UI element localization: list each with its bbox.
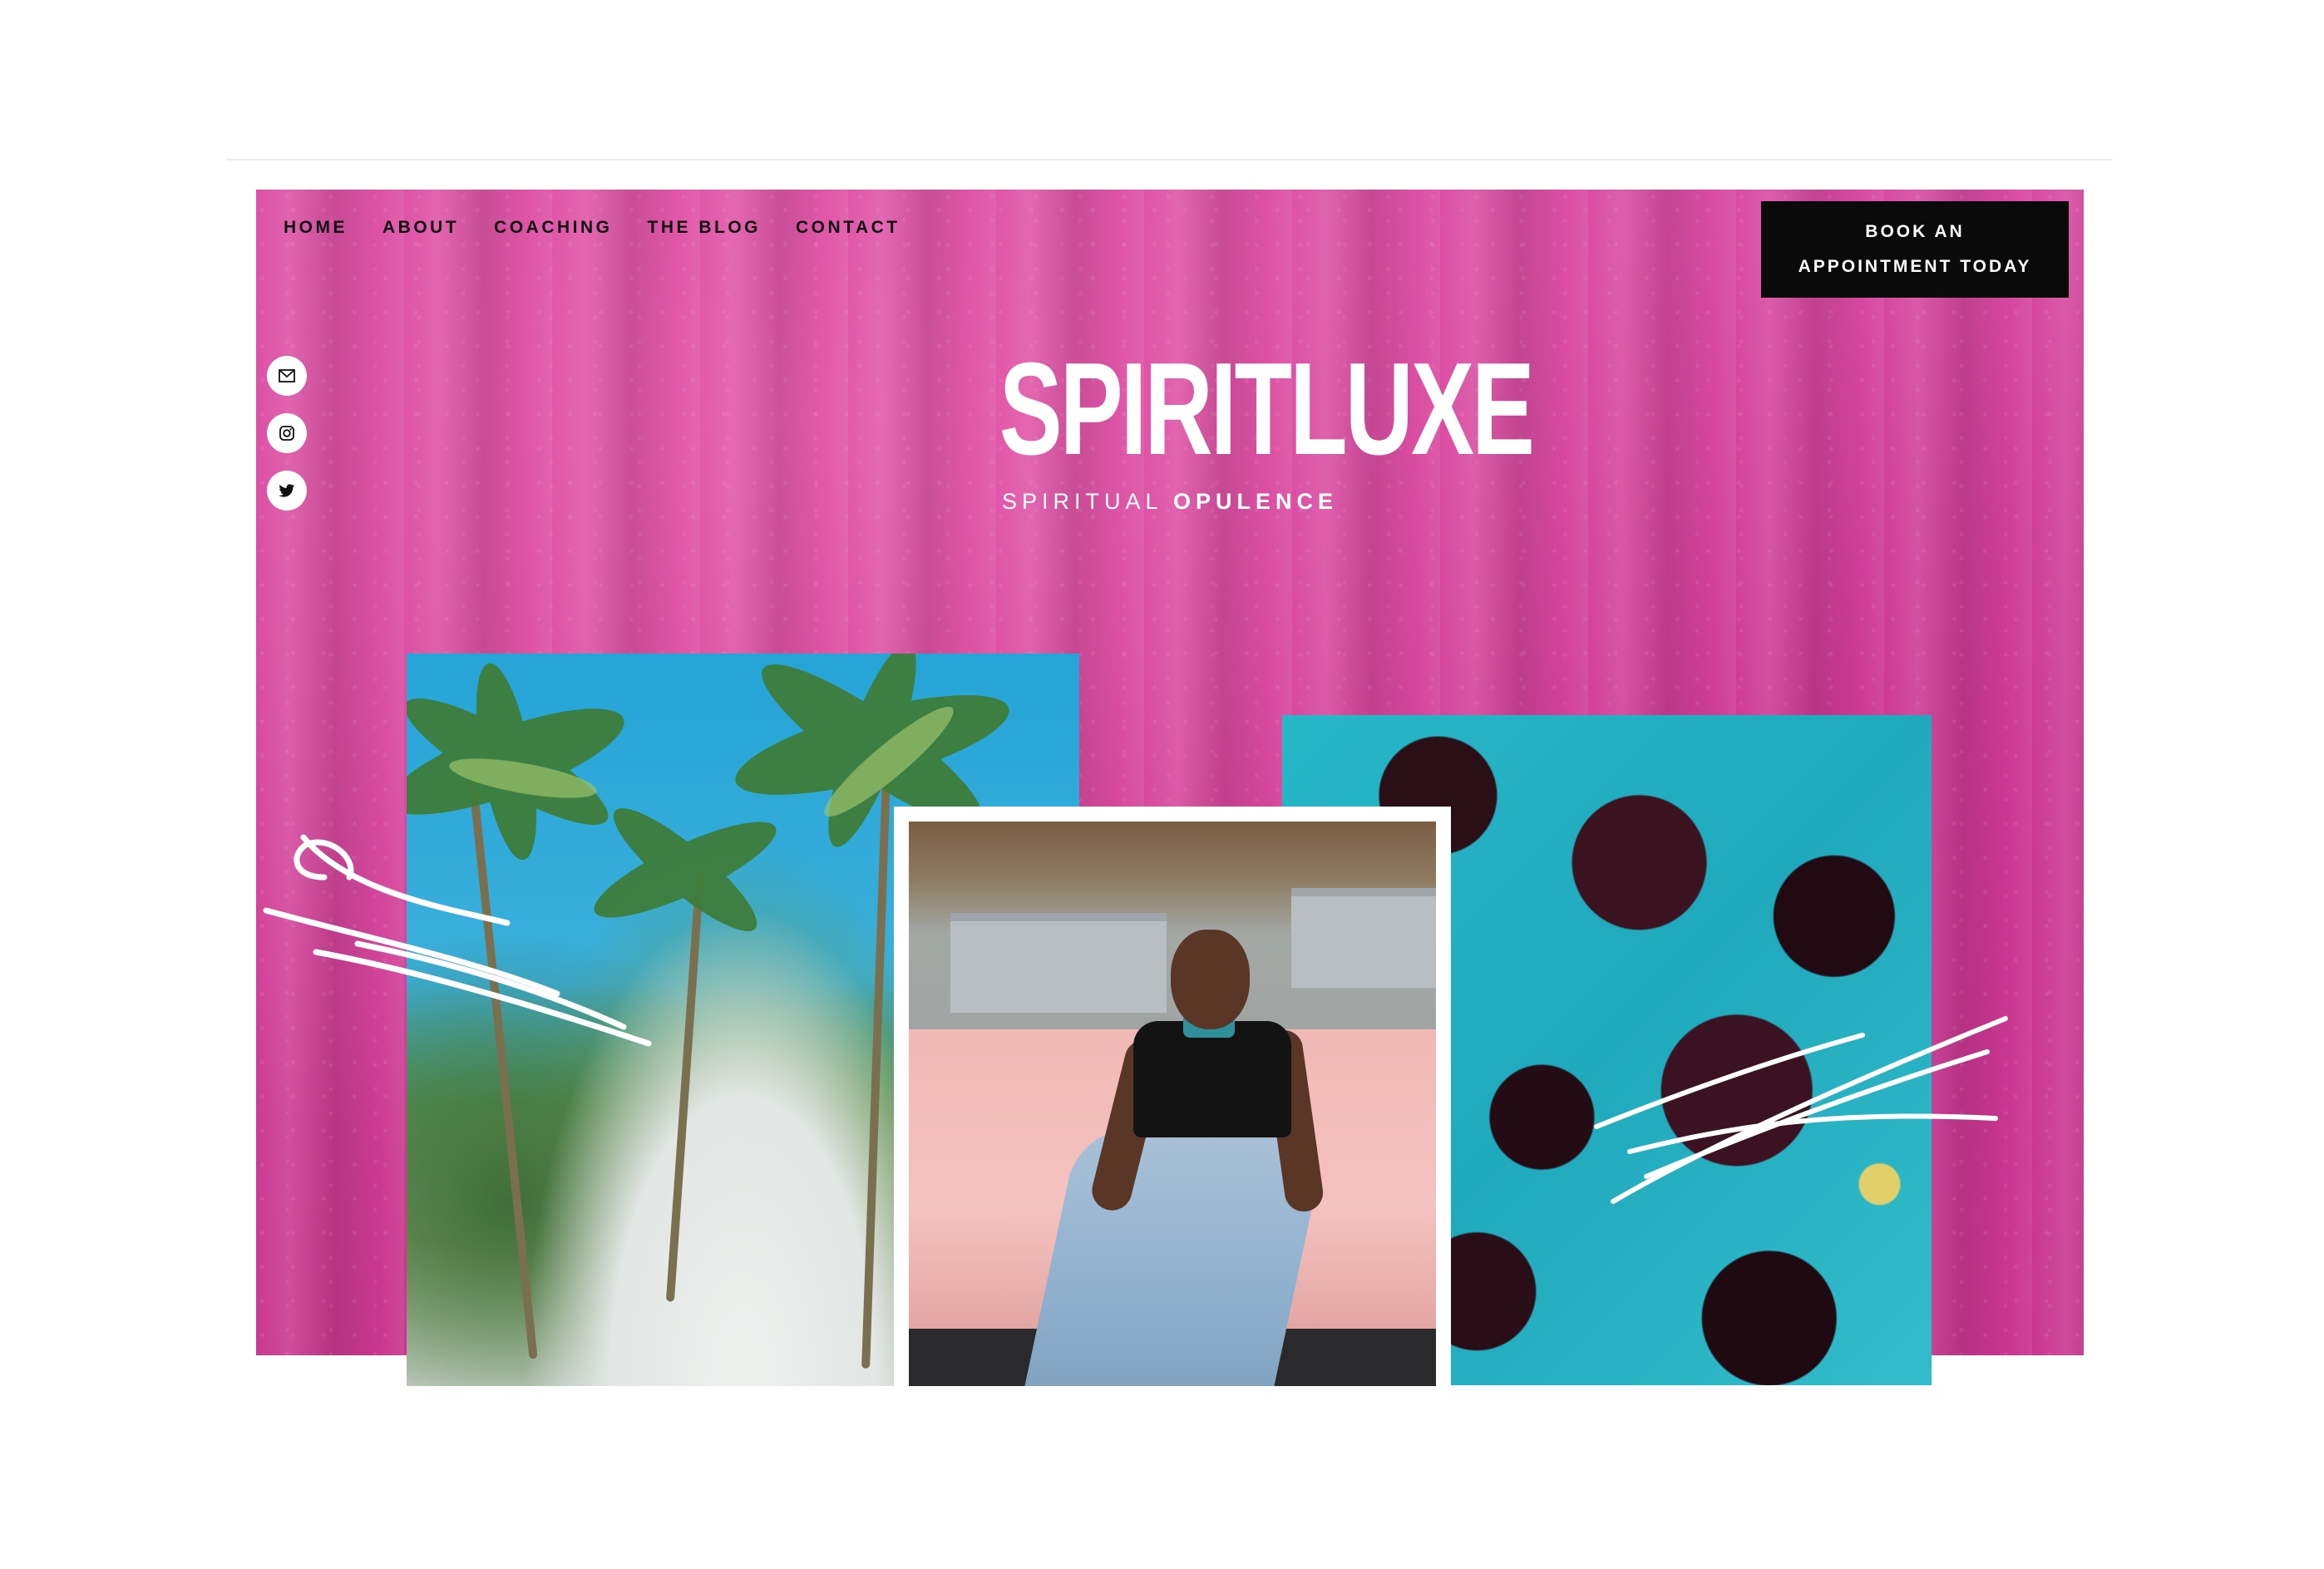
book-button-line1: BOOK AN [1865,222,1965,241]
header-divider [227,159,2112,160]
email-icon [279,369,295,382]
main-nav: HOME ABOUT COACHING THE BLOG CONTACT [284,218,900,238]
twitter-icon [279,483,295,497]
site-logo[interactable]: SPIRITLUXE SPIRITUAL OPULENCE [933,331,1535,515]
planter [1291,888,1436,988]
book-button-line2: APPOINTMENT TODAY [1798,257,2032,276]
figure-head [1171,930,1250,1029]
social-email-button[interactable] [267,356,307,396]
woman-photo-image [909,822,1436,1386]
book-appointment-button[interactable]: BOOK AN APPOINTMENT TODAY [1761,201,2069,298]
figure-top [1133,1021,1291,1137]
tagline-regular: SPIRITUAL [1001,489,1162,514]
logo-tagline: SPIRITUAL OPULENCE [933,489,1407,515]
social-twitter-button[interactable] [267,471,307,511]
nav-about[interactable]: ABOUT [382,218,459,238]
tagline-bold: OPULENCE [1173,489,1339,514]
social-instagram-button[interactable] [267,413,307,453]
logo-wordmark: SPIRITLUXE [999,336,1535,482]
nav-contact[interactable]: CONTACT [796,218,900,238]
nav-the-blog[interactable]: THE BLOG [648,218,762,238]
planter [950,913,1167,1013]
nav-home[interactable]: HOME [284,218,348,238]
nav-coaching[interactable]: COACHING [494,218,612,238]
woman-on-bench-photo [894,807,1451,1386]
instagram-icon [279,426,294,441]
